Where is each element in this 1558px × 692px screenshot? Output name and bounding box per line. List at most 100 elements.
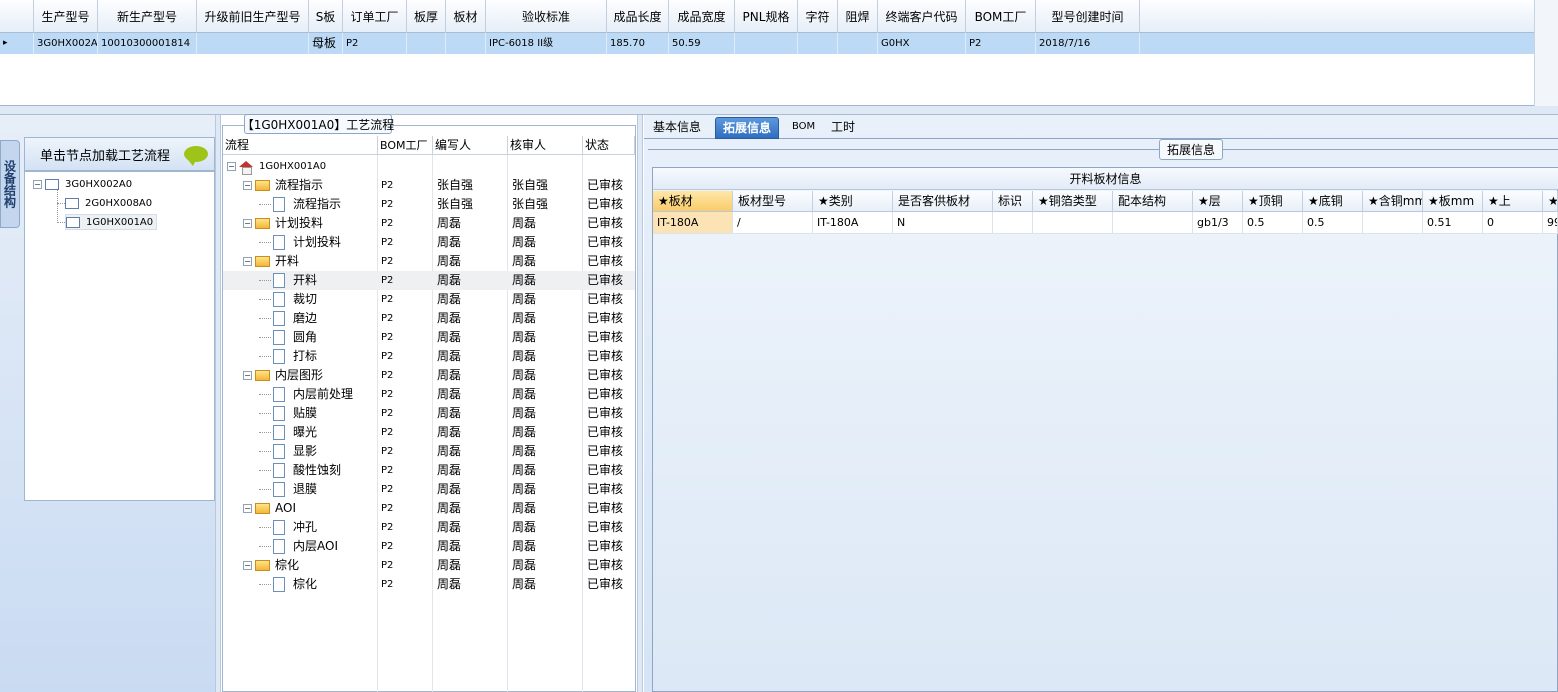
table-cell[interactable] bbox=[798, 33, 838, 54]
material-column-header[interactable]: ★顶铜 bbox=[1243, 191, 1303, 212]
tree-node-selected[interactable]: 1G0HX001A0 bbox=[65, 214, 158, 230]
process-row[interactable]: 内层前处理 P2 周磊 周磊 已审核 bbox=[223, 385, 635, 404]
table-cell[interactable]: 50.59 bbox=[669, 33, 735, 54]
tree-node[interactable]: − 3G0HX002A0 bbox=[33, 176, 132, 192]
process-node[interactable]: 磨边 bbox=[259, 309, 317, 328]
table-cell[interactable]: 2018/7/16 bbox=[1036, 33, 1140, 54]
table-cell[interactable] bbox=[407, 33, 446, 54]
material-cell[interactable] bbox=[993, 212, 1033, 234]
collapse-toggle-icon[interactable]: − bbox=[243, 561, 252, 570]
material-column-header[interactable]: 是否客供板材 bbox=[893, 191, 993, 212]
process-node[interactable]: 圆角 bbox=[259, 328, 317, 347]
material-column-header[interactable]: ★铜箔类型 bbox=[1033, 191, 1113, 212]
material-cell[interactable]: IT-180A bbox=[653, 212, 733, 234]
process-node[interactable]: 棕化 bbox=[259, 575, 317, 594]
column-header[interactable]: 订单工厂 bbox=[343, 0, 407, 33]
process-column-header[interactable]: 核审人 bbox=[508, 136, 583, 155]
process-column-header[interactable]: 状态 bbox=[583, 136, 635, 155]
process-node[interactable]: 裁切 bbox=[259, 290, 317, 309]
material-column-header[interactable]: ★底铜 bbox=[1303, 191, 1363, 212]
column-header[interactable]: 升级前旧生产型号 bbox=[197, 0, 309, 33]
process-row[interactable]: 贴膜 P2 周磊 周磊 已审核 bbox=[223, 404, 635, 423]
table-cell[interactable]: 10010300001814 bbox=[98, 33, 197, 54]
material-cell[interactable]: 0.51 bbox=[1423, 212, 1483, 234]
table-cell[interactable]: P2 bbox=[966, 33, 1036, 54]
process-row[interactable]: − 流程指示 P2 张自强 张自强 已审核 bbox=[223, 176, 635, 195]
table-cell[interactable]: IPC-6018 II级 bbox=[486, 33, 607, 54]
process-node[interactable]: 内层AOI bbox=[259, 537, 338, 556]
process-row[interactable]: 圆角 P2 周磊 周磊 已审核 bbox=[223, 328, 635, 347]
process-row[interactable]: 流程指示 P2 张自强 张自强 已审核 bbox=[223, 195, 635, 214]
material-column-header[interactable]: 板材型号 bbox=[733, 191, 813, 212]
model-grid-scrollbar[interactable] bbox=[1534, 0, 1558, 106]
process-column-header[interactable]: 流程 bbox=[223, 136, 378, 155]
material-column-header[interactable]: ★板mm bbox=[1423, 191, 1483, 212]
table-cell[interactable] bbox=[735, 33, 798, 54]
column-header[interactable]: 成品宽度 bbox=[669, 0, 735, 33]
process-node[interactable]: 冲孔 bbox=[259, 518, 317, 537]
process-node[interactable]: 流程指示 bbox=[259, 195, 341, 214]
process-row[interactable]: 曝光 P2 周磊 周磊 已审核 bbox=[223, 423, 635, 442]
process-column-header[interactable]: BOM工厂 bbox=[378, 136, 433, 155]
table-cell[interactable] bbox=[838, 33, 878, 54]
process-node[interactable]: 打标 bbox=[259, 347, 317, 366]
process-node[interactable]: 退膜 bbox=[259, 480, 317, 499]
collapse-toggle-icon[interactable]: − bbox=[243, 257, 252, 266]
material-column-header[interactable]: ★类别 bbox=[813, 191, 893, 212]
process-node[interactable]: − 流程指示 bbox=[243, 176, 323, 195]
process-node[interactable]: − 开料 bbox=[243, 252, 299, 271]
process-node[interactable]: 贴膜 bbox=[259, 404, 317, 423]
process-row[interactable]: 内层AOI P2 周磊 周磊 已审核 bbox=[223, 537, 635, 556]
material-cell[interactable] bbox=[1113, 212, 1193, 234]
table-cell[interactable]: 185.70 bbox=[607, 33, 669, 54]
left-splitter[interactable] bbox=[215, 115, 221, 692]
collapse-toggle-icon[interactable]: − bbox=[243, 371, 252, 380]
process-node[interactable]: 开料 bbox=[259, 271, 317, 290]
tab-bom[interactable]: BOM bbox=[785, 117, 822, 139]
material-cell[interactable]: IT-180A bbox=[813, 212, 893, 234]
column-header[interactable]: PNL规格 bbox=[735, 0, 798, 33]
material-cell[interactable]: 0 bbox=[1483, 212, 1543, 234]
table-cell[interactable]: 母板 bbox=[309, 33, 343, 54]
process-column-header[interactable]: 编写人 bbox=[433, 136, 508, 155]
table-cell[interactable]: G0HX bbox=[878, 33, 966, 54]
material-column-header[interactable]: 配本结构 bbox=[1113, 191, 1193, 212]
collapse-toggle-icon[interactable]: − bbox=[33, 179, 42, 189]
process-node[interactable]: 曝光 bbox=[259, 423, 317, 442]
table-cell[interactable]: 3G0HX002A0 bbox=[34, 33, 98, 54]
process-row[interactable]: − 棕化 P2 周磊 周磊 已审核 bbox=[223, 556, 635, 575]
process-node[interactable]: 显影 bbox=[259, 442, 317, 461]
row-indicator[interactable]: ▸ bbox=[0, 33, 34, 54]
column-header[interactable]: 验收标准 bbox=[486, 0, 607, 33]
process-row[interactable]: − 内层图形 P2 周磊 周磊 已审核 bbox=[223, 366, 635, 385]
material-column-header[interactable]: ★层 bbox=[1193, 191, 1243, 212]
collapse-toggle-icon[interactable]: − bbox=[243, 504, 252, 513]
process-node[interactable]: 计划投料 bbox=[259, 233, 341, 252]
table-cell[interactable] bbox=[446, 33, 486, 54]
process-row[interactable]: − 计划投料 P2 周磊 周磊 已审核 bbox=[223, 214, 635, 233]
process-node[interactable]: − 内层图形 bbox=[243, 366, 323, 385]
process-row[interactable]: − 1G0HX001A0 bbox=[223, 157, 635, 176]
process-node[interactable]: − 棕化 bbox=[243, 556, 299, 575]
column-header[interactable]: 终端客户代码 bbox=[878, 0, 966, 33]
tab-extended-info[interactable]: 拓展信息 bbox=[715, 117, 780, 139]
table-cell[interactable]: P2 bbox=[343, 33, 407, 54]
column-header[interactable]: 新生产型号 bbox=[98, 0, 197, 33]
tab-basic-info[interactable]: 基本信息 bbox=[646, 117, 708, 139]
material-cell[interactable]: gb1/3 bbox=[1193, 212, 1243, 234]
column-header[interactable]: BOM工厂 bbox=[966, 0, 1036, 33]
process-row[interactable]: 酸性蚀刻 P2 周磊 周磊 已审核 bbox=[223, 461, 635, 480]
process-node[interactable]: − AOI bbox=[243, 499, 296, 518]
process-row[interactable]: 棕化 P2 周磊 周磊 已审核 bbox=[223, 575, 635, 594]
material-cell[interactable]: / bbox=[733, 212, 813, 234]
material-column-header[interactable]: 标识 bbox=[993, 191, 1033, 212]
tab-work-hours[interactable]: 工时 bbox=[824, 117, 862, 139]
process-row-selected[interactable]: 开料 P2 周磊 周磊 已审核 bbox=[223, 271, 635, 290]
column-header[interactable]: 型号创建时间 bbox=[1036, 0, 1140, 33]
collapse-toggle-icon[interactable]: − bbox=[227, 162, 236, 171]
column-header[interactable]: 生产型号 bbox=[34, 0, 98, 33]
horizontal-splitter[interactable] bbox=[0, 106, 1558, 115]
right-splitter[interactable] bbox=[637, 115, 643, 692]
material-cell[interactable] bbox=[1363, 212, 1423, 234]
process-row[interactable]: − AOI P2 周磊 周磊 已审核 bbox=[223, 499, 635, 518]
